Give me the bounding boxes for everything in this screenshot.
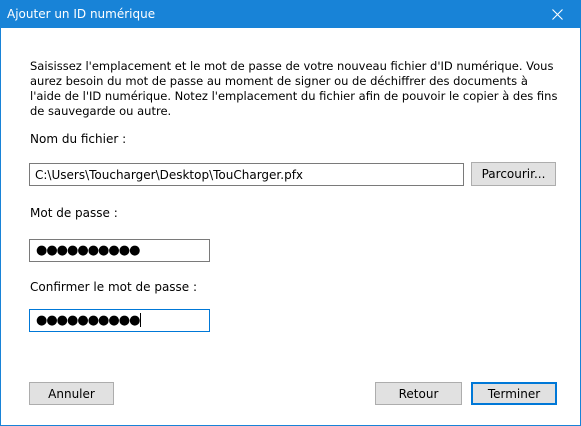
password-input[interactable]: ●●●●●●●●●● — [29, 239, 210, 262]
back-button[interactable]: Retour — [375, 382, 462, 405]
instructions-text: Saisissez l'emplacement et le mot de pas… — [30, 59, 558, 118]
dialog-window: Ajouter un ID numérique Saisissez l'empl… — [0, 0, 581, 426]
confirm-password-label: Confirmer le mot de passe : — [30, 280, 198, 294]
finish-button[interactable]: Terminer — [471, 382, 557, 405]
window-title: Ajouter un ID numérique — [7, 7, 156, 21]
cancel-button[interactable]: Annuler — [29, 382, 114, 405]
password-label: Mot de passe : — [30, 206, 118, 220]
close-icon — [551, 9, 563, 20]
file-name-label: Nom du fichier : — [30, 132, 127, 146]
confirm-password-input[interactable]: ●●●●●●●●●● — [29, 309, 210, 332]
password-mask: ●●●●●●●●●● — [36, 243, 140, 258]
title-bar[interactable]: Ajouter un ID numérique — [1, 1, 580, 28]
confirm-password-mask: ●●●●●●●●●● — [36, 312, 142, 329]
close-button[interactable] — [534, 1, 580, 28]
file-name-input[interactable] — [29, 163, 464, 186]
text-caret — [140, 312, 142, 327]
browse-button[interactable]: Parcourir... — [471, 162, 556, 186]
confirm-password-dots: ●●●●●●●●●● — [36, 313, 140, 328]
